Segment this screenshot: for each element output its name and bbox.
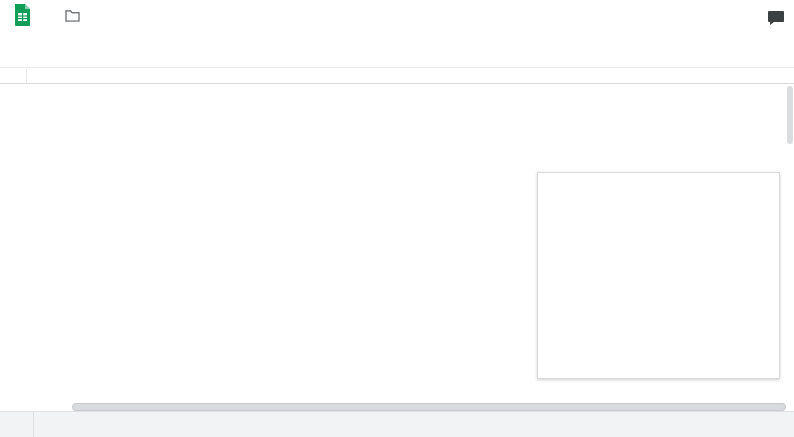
move-folder-icon[interactable] [65, 9, 80, 22]
formula-input[interactable] [26, 69, 794, 83]
add-sheet-button[interactable] [0, 412, 34, 437]
menu-bar [0, 30, 794, 47]
horizontal-scrollbar[interactable] [72, 403, 786, 411]
google-sheets-app: { "titlebar": { "title": "Couch to 5K Tr… [0, 0, 794, 437]
sheet-tab-bar [0, 411, 794, 437]
comment-bubble-icon [768, 11, 784, 25]
comment-history-button[interactable] [767, 10, 785, 31]
formula-bar [0, 69, 794, 84]
sheets-logo-icon[interactable] [14, 4, 31, 26]
vertical-scrollbar[interactable] [787, 86, 793, 144]
folder-icon [65, 9, 80, 22]
embedded-chart[interactable] [537, 172, 780, 379]
toolbar [0, 47, 794, 68]
title-bar [0, 0, 794, 30]
